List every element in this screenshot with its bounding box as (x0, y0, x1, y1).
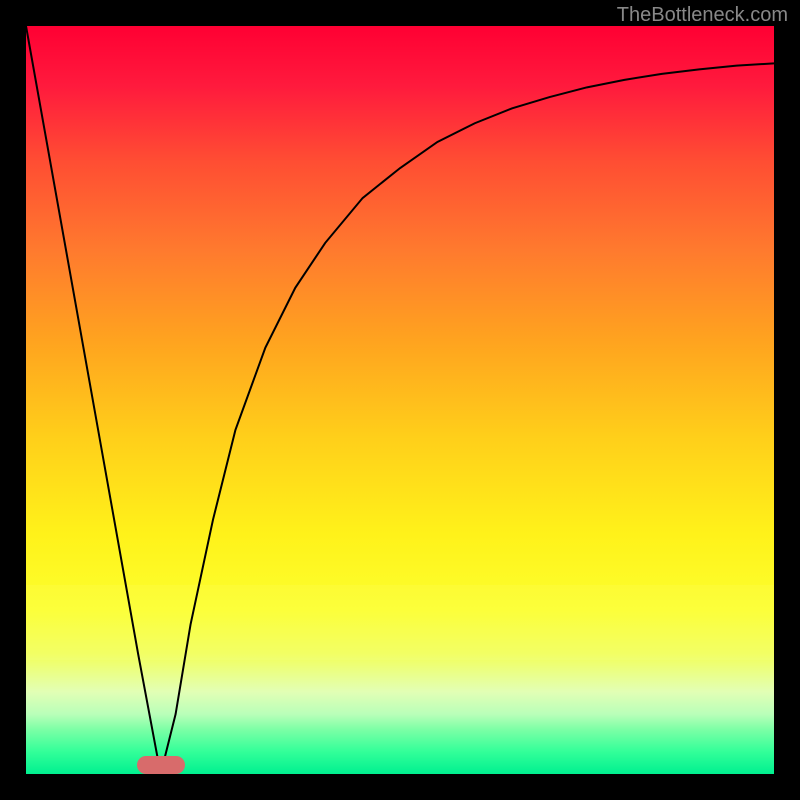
attribution-text: TheBottleneck.com (617, 4, 788, 27)
curve-path (26, 26, 774, 774)
chart-frame: TheBottleneck.com (0, 0, 800, 800)
plot-area (26, 26, 774, 774)
bottleneck-curve (26, 26, 774, 774)
optimal-marker (137, 756, 185, 774)
